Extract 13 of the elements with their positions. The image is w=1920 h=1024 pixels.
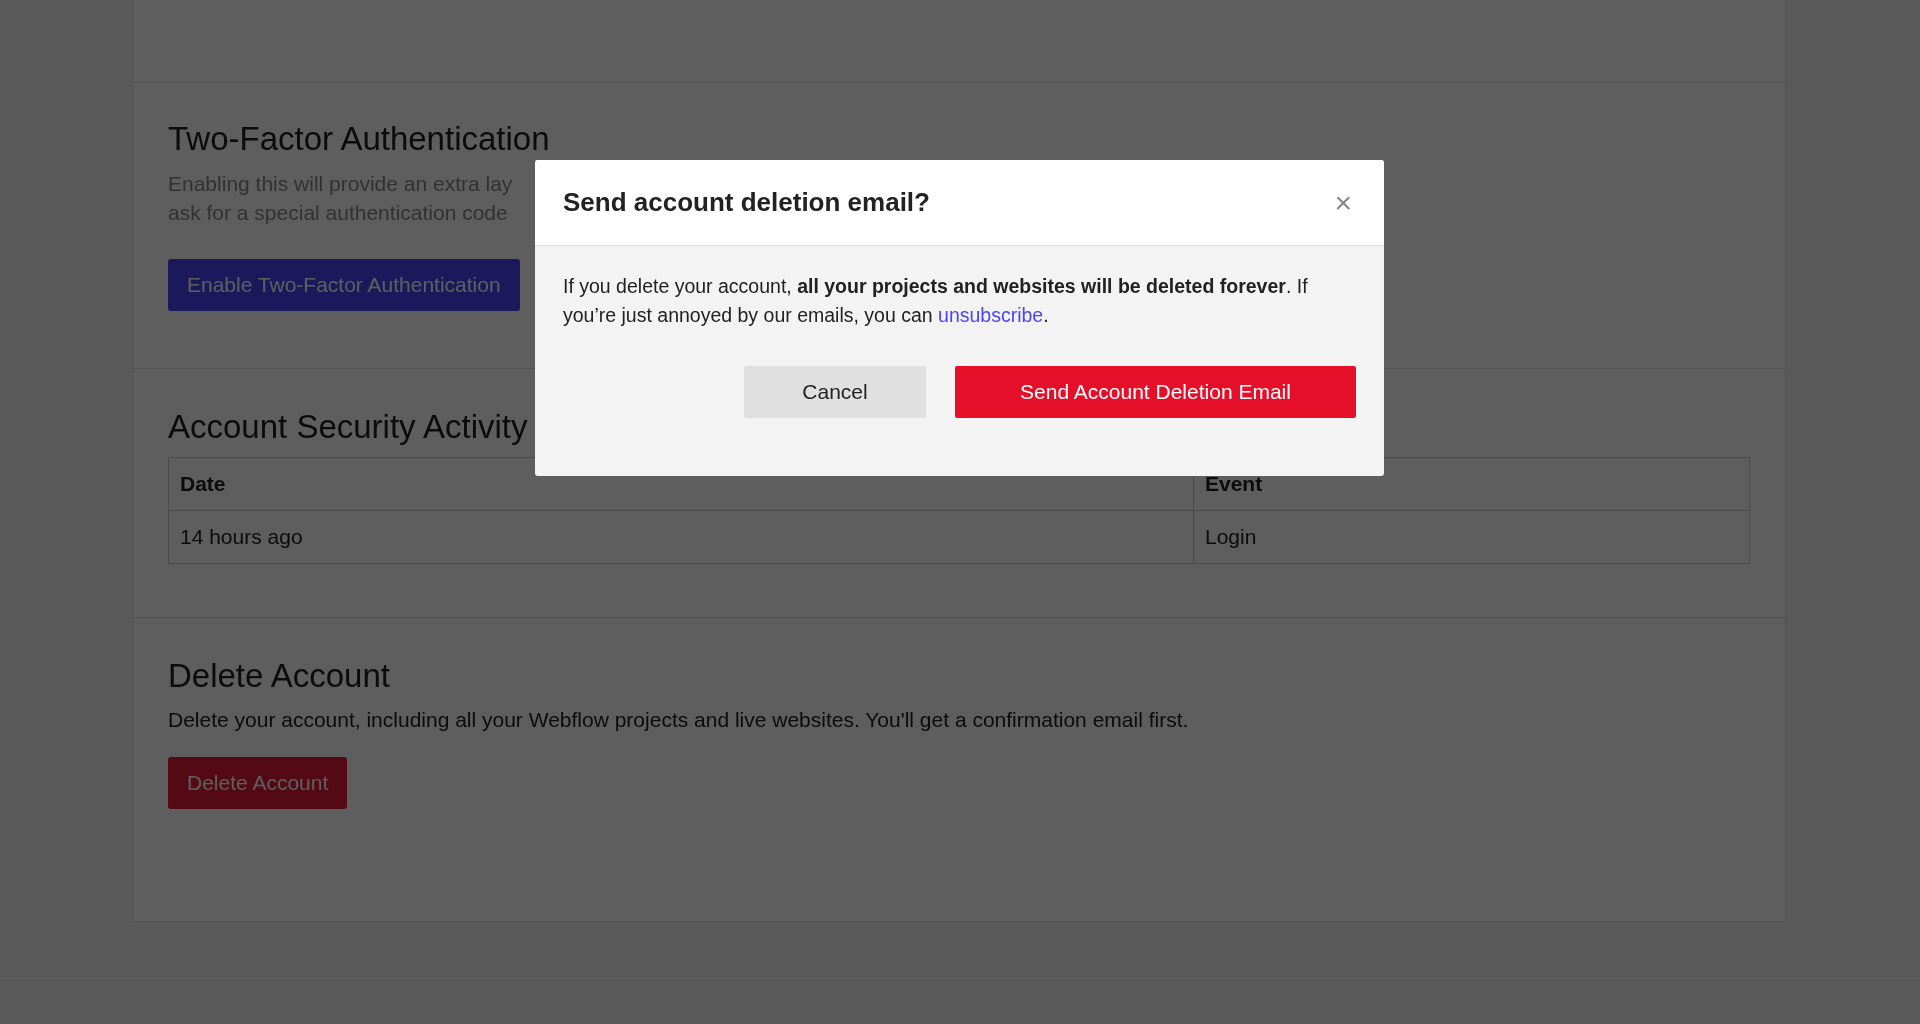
table-cell: Login <box>1193 510 1750 564</box>
enable-2fa-button[interactable]: Enable Two-Factor Authentication <box>168 259 520 311</box>
description-text: Delete your account, including all your Webflow projects and live websites. You'll get a confirmation email first. <box>168 708 1190 732</box>
dialog-title: Send account deletion email? <box>563 187 930 218</box>
dialog-message: If you delete your account, all your projects and websites will be deleted forever. If you’re just annoyed by our emails, you can unsubscribe. <box>563 274 1309 328</box>
table-cell: 14 hours ago <box>168 510 1194 564</box>
send-deletion-email-button[interactable]: Send Account Deletion Email <box>955 366 1356 418</box>
unsubscribe-link[interactable]: unsubscribe <box>938 304 1044 326</box>
section-heading: Two-Factor Authentication <box>168 119 551 159</box>
cancel-button[interactable]: Cancel <box>744 366 926 418</box>
section-heading: Delete Account <box>168 656 391 696</box>
section-heading: Account Security Activity <box>168 407 529 447</box>
close-button[interactable]: × <box>1330 185 1356 220</box>
